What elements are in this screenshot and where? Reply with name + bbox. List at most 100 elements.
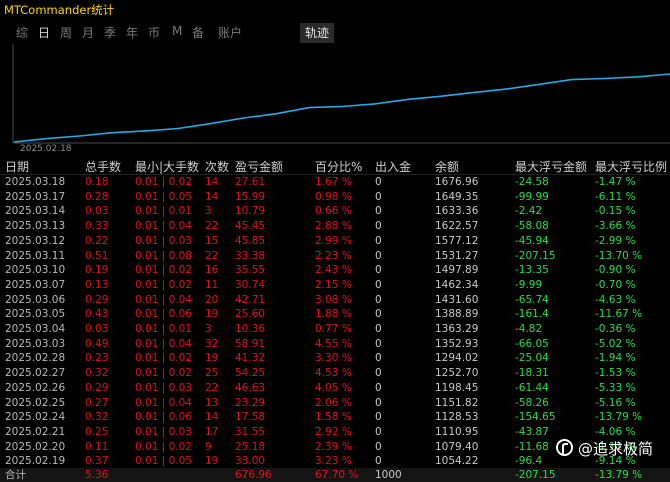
cell-percent: 1.58 % [315,411,352,424]
total-cell-max-drawdown: -207.15 [515,469,556,481]
table-row[interactable]: 2025.02.28 0.23 0.01 | 0.02 19 41.32 3.30 % 0 1… [0,351,670,366]
tab-daily[interactable]: 日 [38,24,50,41]
table-row[interactable]: 2025.03.03 0.49 0.01 | 0.04 32 58.91 4.55 % 0 1… [0,337,670,352]
cell-count: 14 [205,411,219,424]
cell-profit: 35.55 [235,264,266,277]
tab-track[interactable]: 轨迹 [300,23,335,43]
cell-date: 2025.02.27 [5,367,66,380]
cell-total-lots: 0.29 [85,293,109,306]
cell-max-drawdown: -24.58 [515,176,549,188]
cell-percent: 3.23 % [315,455,352,468]
tab-weekly[interactable]: 周 [60,24,72,41]
total-row: 合计 5.36 676.96 67.70 % 1000 -207.15 -13.79 % [0,468,670,482]
cell-date: 2025.03.18 [5,176,66,188]
cell-max-drawdown-ratio: -0.90 % [595,264,636,277]
table-row[interactable]: 2025.03.04 0.03 0.01 | 0.01 3 10.36 0.77 % 0 13… [0,322,670,337]
cell-balance: 1649.35 [435,190,479,203]
cell-profit: 41.32 [235,352,266,365]
header-max-drawdown[interactable]: 最大浮亏金额 [515,158,587,174]
table-row[interactable]: 2025.02.27 0.32 0.01 | 0.02 25 54.25 4.53 % 0 1… [0,366,670,381]
cell-balance: 1431.60 [435,293,479,306]
cell-count: 16 [205,264,219,277]
table-row[interactable]: 2025.02.26 0.29 0.01 | 0.03 22 46.63 4.05 % 0 1… [0,381,670,396]
cell-date: 2025.03.13 [5,220,66,233]
header-date[interactable]: 日期 [5,158,29,174]
cell-profit: 42.71 [235,293,266,306]
cell-min-max-lots: 0.01 | 0.05 [135,455,192,468]
table-row[interactable]: 2025.03.17 0.28 0.01 | 0.05 14 15.99 0.98 % 0 1… [0,190,670,205]
cell-max-drawdown: -11.68 [515,440,549,453]
cell-balance: 1252.70 [435,367,479,380]
cell-max-drawdown-ratio: -3.66 % [595,220,636,233]
cell-total-lots: 0.29 [85,381,109,394]
cell-max-drawdown-ratio: -0.36 % [595,323,636,335]
cell-count: 22 [205,381,219,394]
cell-percent: 4.55 % [315,337,352,350]
cell-min-max-lots: 0.01 | 0.04 [135,396,192,409]
header-min-max-lots[interactable]: 最小|大手数 [135,158,199,174]
cell-deposit: 0 [375,440,382,453]
cell-balance: 1079.40 [435,440,479,453]
table-row[interactable]: 2025.03.10 0.19 0.01 | 0.02 16 35.55 2.43 % 0 1… [0,263,670,278]
table-row[interactable]: 2025.03.11 0.51 0.01 | 0.08 22 33.38 2.23 % 0 1… [0,249,670,264]
table-row[interactable]: 2025.03.12 0.22 0.01 | 0.03 15 45.85 2.99 % 0 1… [0,234,670,249]
tab-currency[interactable]: 币 [148,24,160,41]
tab-yearly[interactable]: 年 [126,24,138,41]
table-row[interactable]: 2025.03.07 0.13 0.01 | 0.02 11 30.74 2.15 % 0 1… [0,278,670,293]
cell-total-lots: 0.27 [85,396,109,409]
window-title: MTCommander统计 [4,3,115,17]
cell-min-max-lots: 0.01 | 0.02 [135,440,192,453]
cell-profit: 10.79 [235,205,266,218]
header-max-drawdown-ratio[interactable]: 最大浮亏比例 [595,158,667,174]
cell-max-drawdown: -61.44 [515,381,549,394]
cell-date: 2025.03.12 [5,234,66,247]
cell-count: 14 [205,190,219,203]
cell-profit: 46.63 [235,381,266,394]
table-row[interactable]: 2025.03.14 0.03 0.01 | 0.01 3 10.79 0.66 % 0 16… [0,204,670,219]
cell-deposit: 0 [375,455,382,468]
header-balance[interactable]: 余额 [435,158,459,174]
cell-balance: 1531.27 [435,249,479,262]
table-row[interactable]: 2025.03.13 0.33 0.01 | 0.04 22 45.45 2.88 % 0 1… [0,219,670,234]
cell-min-max-lots: 0.01 | 0.02 [135,264,192,277]
tab-m[interactable]: M [172,24,182,38]
tab-account[interactable]: 账户 [218,24,242,41]
header-percent[interactable]: 百分比% [315,158,362,174]
cell-min-max-lots: 0.01 | 0.06 [135,308,192,321]
tab-notes[interactable]: 备 [192,24,204,41]
cell-min-max-lots: 0.01 | 0.03 [135,234,192,247]
table-row[interactable]: 2025.03.06 0.29 0.01 | 0.04 20 42.71 3.08 % 0 1… [0,293,670,308]
cell-balance: 1352.93 [435,337,479,350]
tab-monthly[interactable]: 月 [82,24,94,41]
tab-overall[interactable]: 综 [16,24,28,41]
cell-count: 19 [205,308,219,321]
cell-total-lots: 0.25 [85,425,109,438]
total-cell-profit: 676.96 [235,469,272,481]
cell-date: 2025.02.28 [5,352,66,365]
cell-total-lots: 0.51 [85,249,109,262]
cell-deposit: 0 [375,308,382,321]
cell-total-lots: 0.43 [85,308,109,321]
header-deposit[interactable]: 出入金 [375,158,411,174]
cell-percent: 2.88 % [315,220,352,233]
cell-total-lots: 0.49 [85,337,109,350]
cell-max-drawdown-ratio: -4.63 % [595,293,636,306]
table-row[interactable]: 2025.03.18 0.18 0.01 | 0.02 14 27.61 1.67 % 0 1… [0,175,670,190]
table-row[interactable]: 2025.02.25 0.27 0.01 | 0.04 13 23.29 2.06 % 0 1… [0,396,670,411]
cell-date: 2025.03.06 [5,293,66,306]
cell-max-drawdown: -9.99 [515,278,543,291]
cell-profit: 45.45 [235,220,266,233]
header-profit[interactable]: 盈亏金额 [235,158,283,174]
table-row[interactable]: 2025.03.05 0.43 0.01 | 0.06 19 25.60 1.88 % 0 1… [0,307,670,322]
cell-deposit: 0 [375,337,382,350]
cell-max-drawdown: -96.4 [515,455,543,468]
header-count[interactable]: 次数 [205,158,229,174]
tab-quarterly[interactable]: 季 [104,24,116,41]
header-total-lots[interactable]: 总手数 [85,158,121,174]
cell-profit: 10.36 [235,323,266,335]
table-row[interactable]: 2025.02.24 0.32 0.01 | 0.06 14 17.58 1.58 % 0 1… [0,410,670,425]
cell-count: 11 [205,278,219,291]
cell-max-drawdown-ratio: -5.16 % [595,396,636,409]
total-cell-date: 合计 [5,469,26,481]
cell-profit: 17.58 [235,411,266,424]
